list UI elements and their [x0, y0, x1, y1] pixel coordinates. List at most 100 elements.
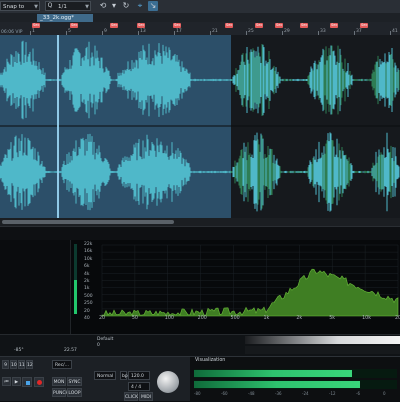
- bpm-field[interactable]: 120.0: [128, 371, 150, 380]
- frequency-tick-label: 10k: [362, 316, 371, 321]
- frequency-tick-label: 20k: [395, 316, 400, 321]
- tempo-mode-select[interactable]: Normal: [94, 371, 116, 380]
- ruler-tick-label: 21: [212, 29, 218, 34]
- vu-scale-label: 0: [383, 391, 386, 396]
- draw-tool-icon[interactable]: ↘: [148, 1, 158, 11]
- ruler-tick-label: 13: [140, 29, 146, 34]
- status-strip: -85° 22.57 Default 0: [0, 334, 400, 357]
- snap-select[interactable]: Snap to objects ▼: [0, 1, 40, 20]
- ruler-tick-label: 5: [68, 29, 71, 34]
- range-marker[interactable]: Sec: [300, 23, 309, 28]
- main-toolbar: Snap to objects ▼ Q 1/1 ▼ ⟲ ▾ ↻ ⌖ ↘: [0, 0, 400, 20]
- tab-label: _33_2k.ogg*: [40, 15, 75, 21]
- ruler-tick-label: 25: [248, 29, 254, 34]
- play-button[interactable]: ▶: [12, 377, 21, 386]
- range-marker[interactable]: Sec: [173, 23, 182, 28]
- frequency-tick-label: 100: [164, 316, 174, 321]
- tab-audio-file[interactable]: _33_2k.ogg*: [37, 14, 93, 22]
- redo-icon[interactable]: ↻: [121, 1, 131, 11]
- range-marker[interactable]: Sec: [275, 23, 284, 28]
- file-tab-bar: _33_2k.ogg*: [0, 13, 400, 22]
- vu-meter-left-fill: [194, 370, 353, 377]
- waveform-channel-left: [0, 40, 400, 120]
- frequency-tick-label: 20: [99, 316, 106, 321]
- record-button[interactable]: [34, 377, 44, 387]
- vertical-tick-label: 22k: [84, 242, 93, 247]
- grid-label: 1/1: [58, 4, 67, 10]
- transport-pos-3[interactable]: 11: [18, 360, 25, 369]
- vu-scale-label: -48: [248, 391, 255, 396]
- frequency-tick-label: 50: [131, 316, 138, 321]
- vertical-tick-label: 6k: [84, 264, 90, 270]
- vertical-tick-label: 10k: [84, 256, 93, 262]
- waveform-display: [0, 40, 400, 212]
- range-marker[interactable]: Sec: [70, 23, 79, 28]
- bpm-label: bpm: [120, 371, 132, 380]
- cursor-tool-icon[interactable]: ⌖: [135, 1, 145, 11]
- offset-label: Default: [97, 337, 114, 342]
- punch-button[interactable]: PUNCH: [52, 388, 69, 397]
- ruler-tick-label: 1: [32, 29, 35, 34]
- ruler-tick-label: 9: [104, 29, 107, 34]
- vu-scale-label: -6: [356, 391, 360, 396]
- record-mode-select[interactable]: Rec/...: [52, 360, 72, 369]
- vertical-tick-label: 250: [84, 301, 93, 307]
- range-marker[interactable]: Sec: [32, 23, 41, 28]
- vertical-tick-label: 20: [84, 308, 90, 314]
- vertical-tick-label: 16k: [84, 249, 93, 255]
- frequency-tick-label: 200: [197, 316, 207, 321]
- timeline-ruler[interactable]: Sec Sec Sec Sec Sec Sec Sec Sec Sec Sec …: [0, 22, 400, 36]
- sync-button[interactable]: SYNC: [67, 377, 82, 386]
- vu-meter-right-fill: [194, 381, 361, 388]
- grid-select[interactable]: Q 1/1 ▼: [45, 1, 91, 11]
- vertical-tick-label: 4k: [84, 271, 90, 277]
- vu-scale-label: -36: [275, 391, 282, 396]
- waveform-channel-right: [0, 132, 400, 212]
- rewind-button[interactable]: ⏮: [2, 377, 11, 386]
- vertical-tick-label: 1k: [84, 286, 90, 292]
- frequency-tick-label: 5k: [329, 316, 336, 321]
- vertical-tick-label: 40: [84, 316, 90, 321]
- stop-button[interactable]: [22, 377, 32, 387]
- transport-panel: 9 10 11 12 ⏮ ▶ Rec/... MON SYNC PUNCH LO…: [0, 356, 190, 401]
- visualization-panel: Visualization -80 -60 -48 -36 -24 -12 -6 0: [190, 356, 400, 401]
- time-readout: 22.57: [64, 348, 77, 353]
- loop-button[interactable]: LOOP: [67, 388, 82, 397]
- playback-cursor[interactable]: [57, 35, 59, 218]
- vertical-tick-label: 2k: [84, 279, 90, 284]
- range-marker[interactable]: Sec: [225, 23, 234, 28]
- range-marker[interactable]: Sec: [255, 23, 264, 28]
- range-marker[interactable]: Sec: [360, 23, 369, 28]
- transport-pos-2[interactable]: 10: [10, 360, 17, 369]
- offset-value: 0: [97, 343, 100, 348]
- time-signature-field[interactable]: 4 / 4: [128, 382, 150, 391]
- undo-icon[interactable]: ⟲: [98, 1, 108, 11]
- spectrum-analyzer: 22k 16k 10k 6k 4k 2k 1k 500 250 20 40 20 50 100 200 50…: [0, 240, 400, 334]
- vertical-tick-label: 500: [84, 293, 93, 299]
- frequency-tick-label: 500: [230, 316, 240, 321]
- gradient-scale: [245, 346, 400, 354]
- transport-pos-1[interactable]: 9: [2, 360, 9, 369]
- scroll-thumb[interactable]: [2, 220, 174, 224]
- mon-button[interactable]: MON: [52, 377, 66, 386]
- volume-knob[interactable]: [157, 371, 179, 393]
- horizontal-scrollbar[interactable]: [0, 218, 400, 226]
- ruler-tick-label: 17: [176, 29, 182, 34]
- vu-scale-label: -24: [302, 391, 309, 396]
- range-marker[interactable]: Sec: [110, 23, 119, 28]
- gradient-display: [245, 336, 400, 344]
- ruler-tick-label: 41: [392, 29, 398, 34]
- transport-pos-4[interactable]: 12: [26, 360, 33, 369]
- undo-dropdown-icon[interactable]: ▾: [109, 1, 119, 11]
- vu-scale-label: -60: [221, 391, 228, 396]
- chevron-down-icon: ▼: [34, 4, 38, 10]
- range-marker[interactable]: Sec: [137, 23, 146, 28]
- range-marker[interactable]: Sec: [330, 23, 339, 28]
- position-readout: -85°: [14, 348, 24, 353]
- magnifier-icon: Q: [47, 2, 53, 9]
- chevron-down-icon: ▼: [85, 4, 89, 10]
- vu-meter-left: [194, 369, 397, 378]
- waveform-editor[interactable]: [0, 35, 400, 218]
- ruler-tick-label: 29: [284, 29, 290, 34]
- frequency-tick-label: 2k: [296, 316, 303, 321]
